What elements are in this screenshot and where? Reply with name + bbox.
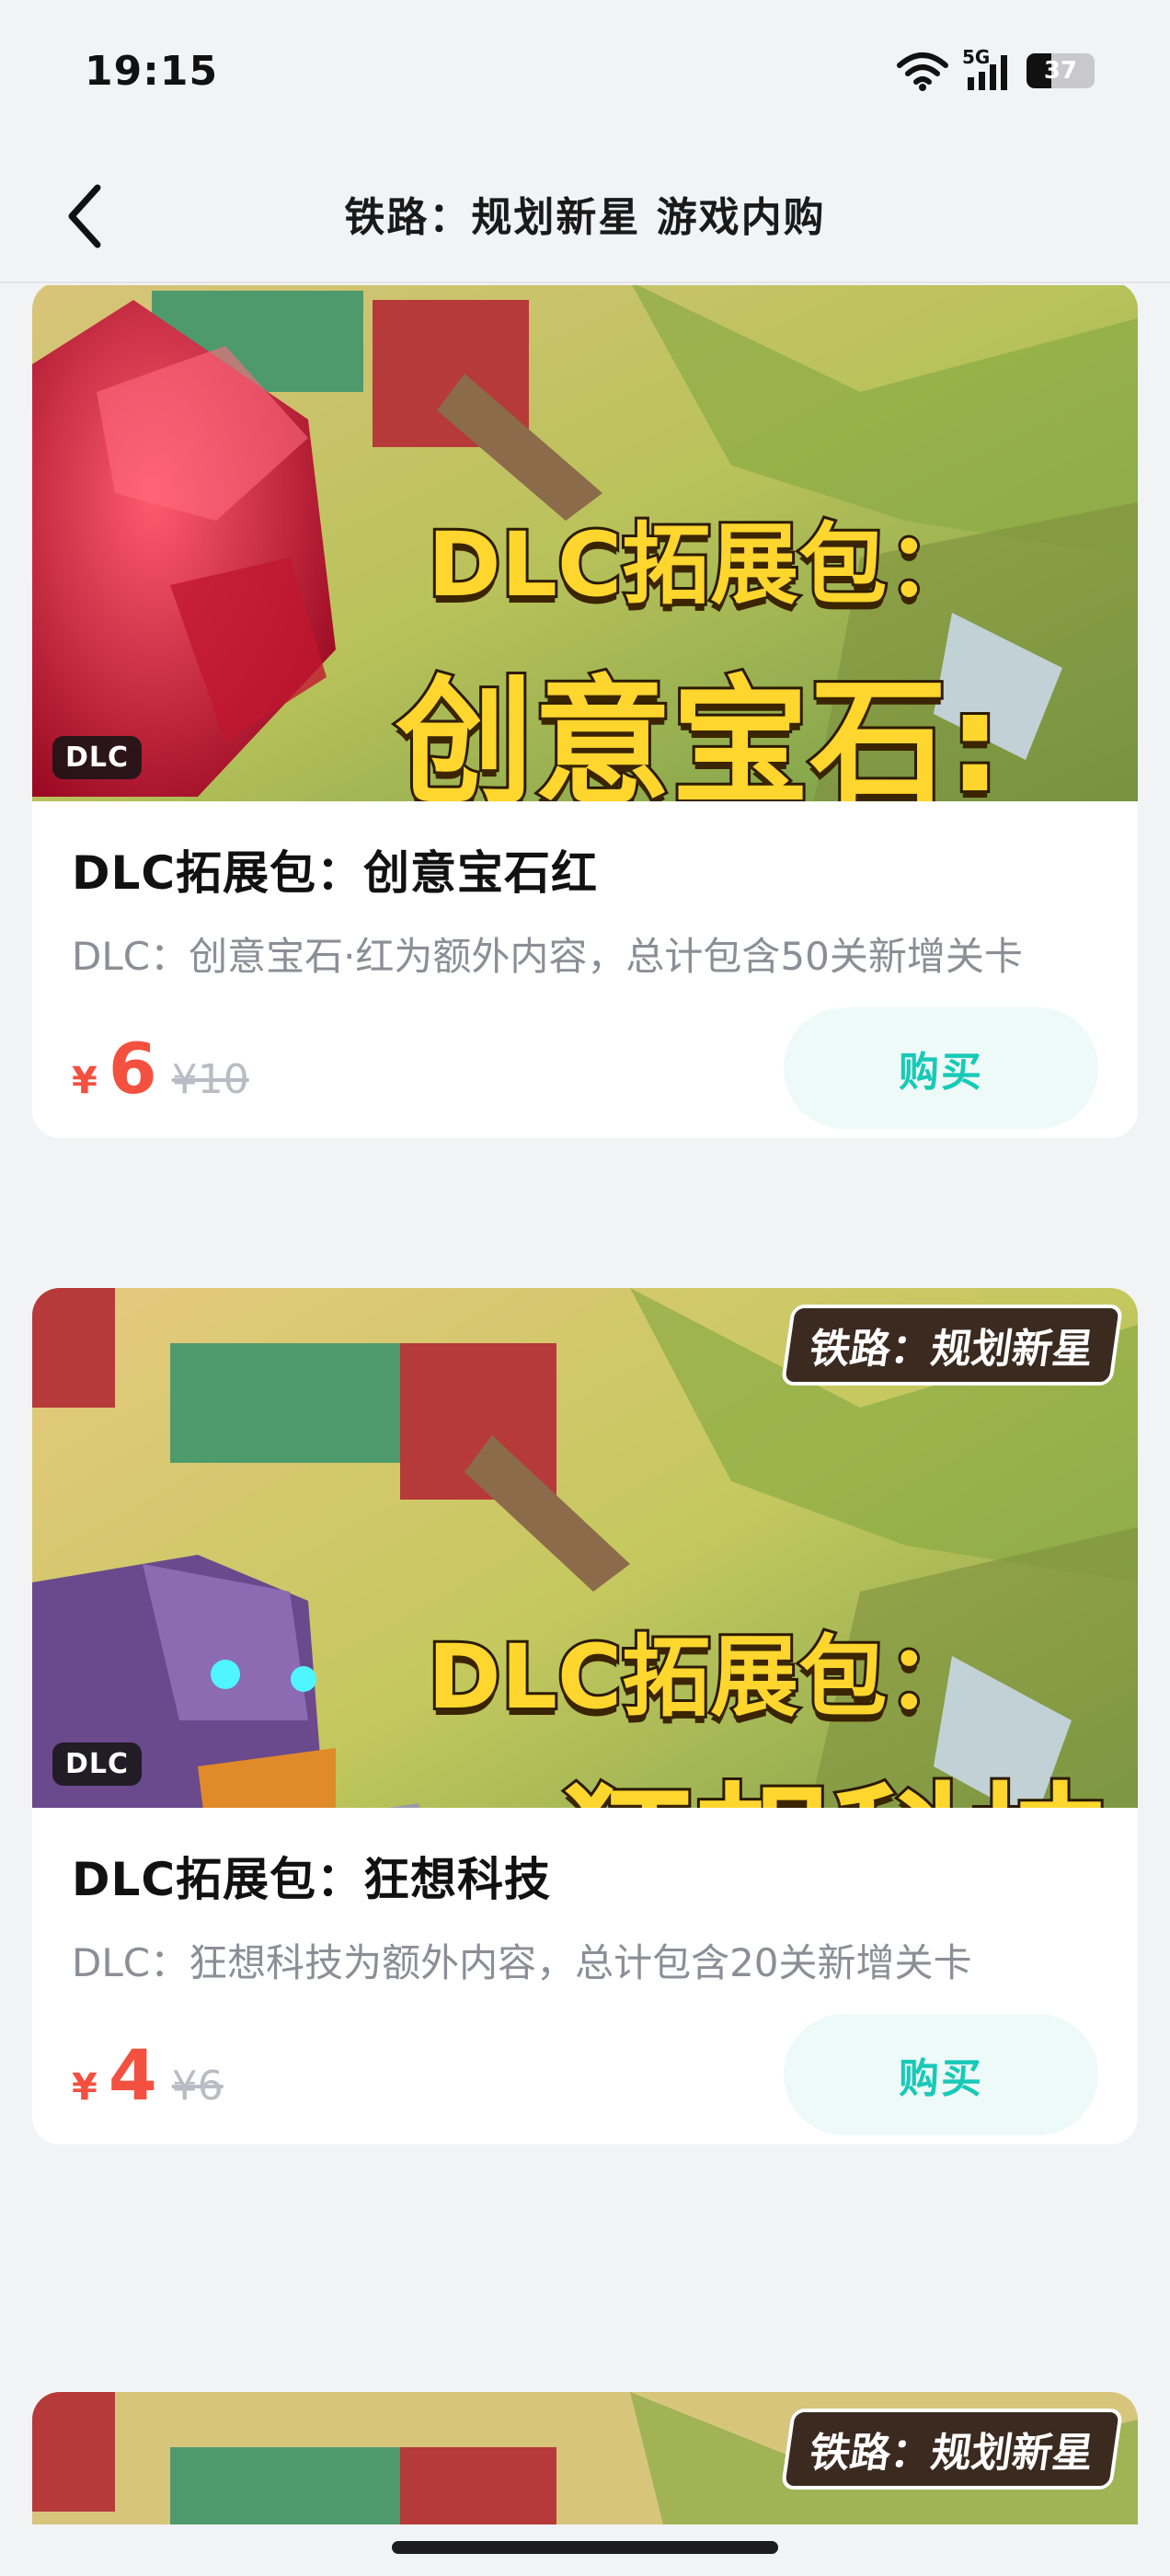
dlc-badge: DLC bbox=[52, 736, 143, 779]
original-price: ¥10 bbox=[171, 1056, 249, 1103]
dlc-banner-image: 铁路：规划新星 DLC拓展包： 狂想科技 DLC bbox=[32, 1288, 1138, 1808]
price-row: ¥ 4 ¥6 购买 bbox=[72, 1997, 1098, 2145]
price-row: ¥ 6 ¥10 购买 bbox=[72, 991, 1098, 1138]
banner-title-line1: DLC拓展包： bbox=[425, 1623, 978, 1731]
current-price: 6 bbox=[108, 1028, 157, 1110]
status-bar: 19:15 5G 37 bbox=[0, 0, 1170, 147]
nav-bar: 铁路：规划新星 游戏内购 bbox=[0, 147, 1170, 283]
dlc-title: DLC拓展包：狂想科技 bbox=[72, 1853, 552, 1906]
original-price: ¥6 bbox=[171, 2063, 224, 2110]
currency-symbol: ¥ bbox=[72, 1060, 98, 1102]
dlc-title: DLC拓展包：创意宝石红 bbox=[72, 846, 599, 900]
dlc-card: DLC拓展包： 创意宝石:红 DLC DLC拓展包：创意宝石红 DLC：创意宝石… bbox=[32, 285, 1138, 1138]
game-logo: 铁路：规划新星 bbox=[780, 1305, 1124, 1386]
price: ¥ 4 ¥6 bbox=[72, 2034, 224, 2116]
dlc-description: DLC：创意宝石·红为额外内容，总计包含50关新增关卡 bbox=[72, 934, 1023, 979]
status-time: 19:15 bbox=[85, 48, 219, 95]
battery-icon: 37 bbox=[1027, 53, 1095, 88]
card-body: DLC拓展包：狂想科技 DLC：狂想科技为额外内容，总计包含20关新增关卡 ¥ … bbox=[32, 1808, 1138, 2145]
dlc-banner-image: 铁路：规划新星 bbox=[32, 2392, 1138, 2524]
dlc-card: 铁路：规划新星 bbox=[32, 2392, 1138, 2524]
price: ¥ 6 ¥10 bbox=[72, 1028, 249, 1110]
card-body: DLC拓展包：创意宝石红 DLC：创意宝石·红为额外内容，总计包含50关新增关卡… bbox=[32, 801, 1138, 1138]
system-icons: 5G 37 bbox=[896, 46, 1095, 94]
dlc-badge: DLC bbox=[52, 1742, 143, 1786]
page-title: 铁路：规划新星 游戏内购 bbox=[344, 194, 826, 241]
battery-level: 37 bbox=[1043, 57, 1078, 85]
buy-button[interactable]: 购买 bbox=[784, 2014, 1098, 2135]
dlc-card: 铁路：规划新星 DLC拓展包： 狂想科技 DLC DLC拓展包：狂想科技 DLC… bbox=[32, 1288, 1138, 2145]
banner-title-line2: 狂想科技 bbox=[554, 1739, 1111, 1808]
game-logo: 铁路：规划新星 bbox=[780, 2409, 1124, 2490]
home-indicator[interactable] bbox=[392, 2541, 778, 2554]
banner-title-line2: 创意宝石:红 bbox=[393, 661, 1005, 801]
current-price: 4 bbox=[108, 2034, 157, 2116]
dlc-list[interactable]: DLC拓展包： 创意宝石:红 DLC DLC拓展包：创意宝石红 DLC：创意宝石… bbox=[0, 285, 1170, 2524]
banner-title-line1: DLC拓展包： bbox=[425, 511, 978, 619]
buy-button[interactable]: 购买 bbox=[784, 1007, 1098, 1129]
wifi-icon bbox=[897, 52, 948, 91]
cellular-signal-icon: 5G bbox=[962, 46, 1014, 92]
currency-symbol: ¥ bbox=[72, 2066, 98, 2109]
dlc-banner-image: DLC拓展包： 创意宝石:红 DLC bbox=[32, 285, 1138, 801]
dlc-description: DLC：狂想科技为额外内容，总计包含20关新增关卡 bbox=[72, 1940, 972, 1985]
